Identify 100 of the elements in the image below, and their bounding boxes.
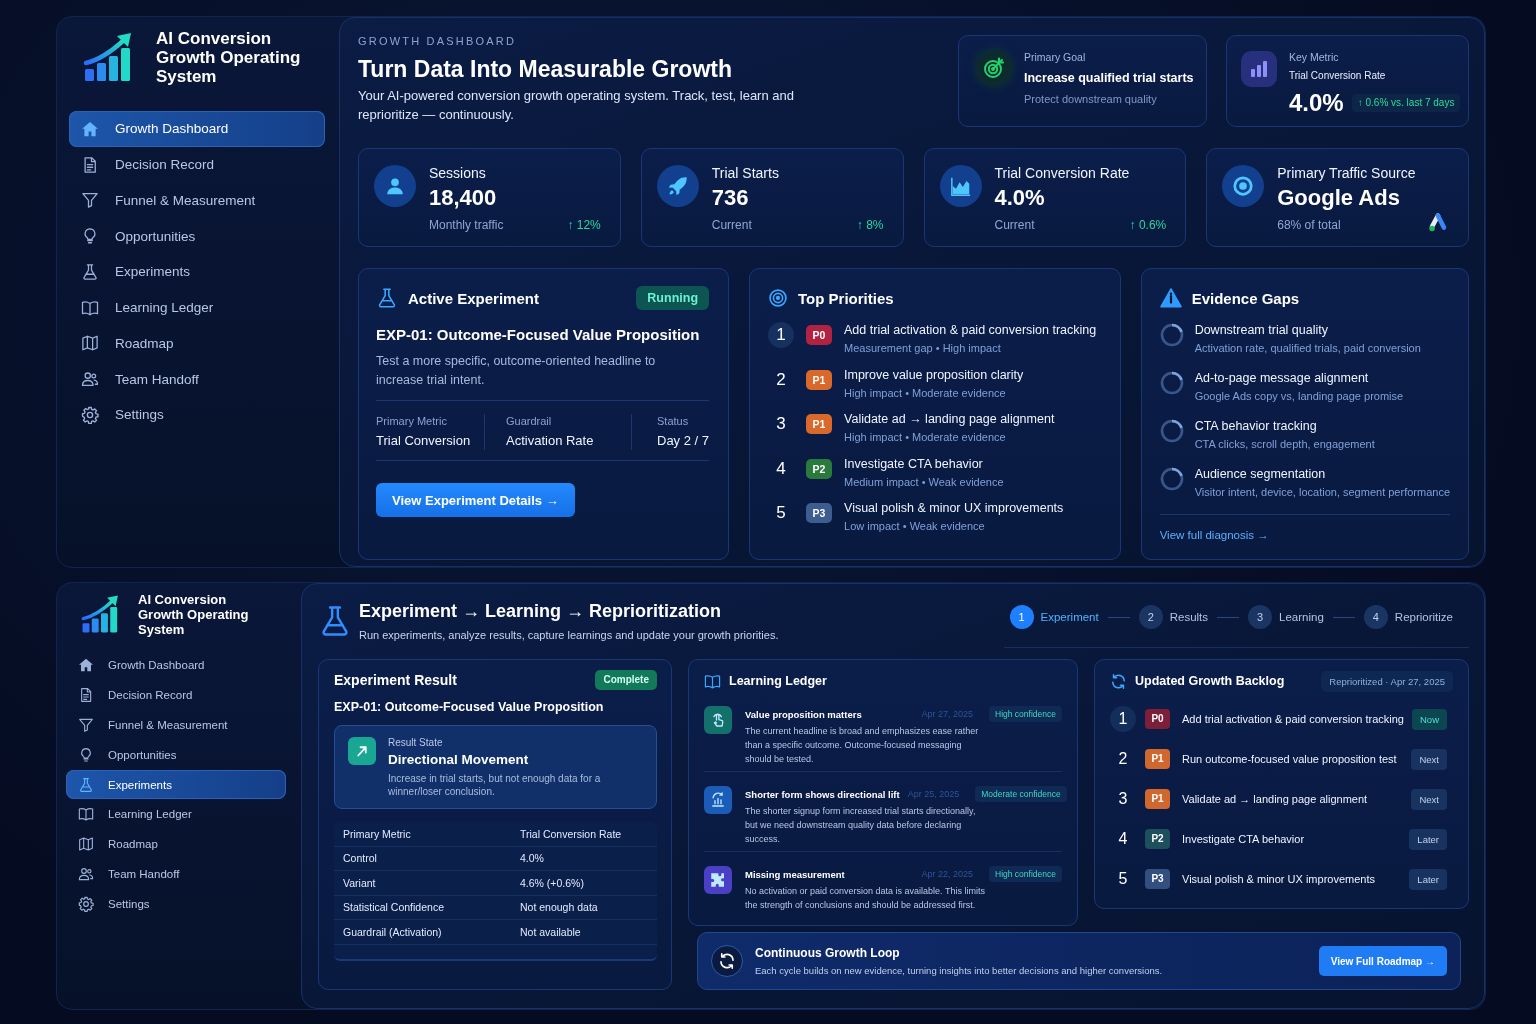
priority-badge: P2 [806, 458, 833, 479]
refresh-icon [711, 945, 743, 977]
status-badge: Later [1409, 828, 1447, 850]
priority-badge: P1 [806, 369, 833, 390]
priority-badge: P3 [1145, 869, 1170, 889]
priority-title: Improve value proposition clarity [844, 366, 1024, 383]
field-label: Guardrail [506, 414, 553, 428]
status-badge: Running [636, 286, 710, 310]
document-icon [78, 686, 94, 703]
nav-item[interactable]: Growth Dashboard [66, 650, 286, 680]
table-cell-text: Primary Metric [343, 827, 412, 840]
banner-title: Continuous Growth Loop [755, 945, 901, 961]
gap-title: Ad-to-page message alignment [1194, 370, 1370, 386]
settings-icon [81, 405, 99, 424]
triangle-logo-icon [1427, 212, 1449, 234]
warning-icon [1159, 287, 1182, 309]
rank-number: 5 [1117, 869, 1129, 889]
users-icon [81, 370, 99, 389]
rank-number: 1 [1110, 706, 1136, 732]
nav-item[interactable]: Opportunities [66, 739, 286, 770]
entry-date: Apr 22, 2025 [920, 869, 974, 879]
book-icon [81, 298, 99, 317]
priority-detail: High impact • Moderate evidence [844, 385, 1007, 401]
stat-value: 4.0% [994, 184, 1046, 212]
nav-item[interactable]: Funnel & Measurement [66, 709, 286, 740]
backlog-title: Visual polish & minor UX improvements [1182, 873, 1375, 885]
confidence-badge: Moderate confidence [975, 786, 1067, 802]
table-cell-text: Guardrail (Activation) [343, 925, 443, 938]
book-icon [78, 806, 94, 823]
gap-detail: Visitor intent, device, location, segment performance [1194, 485, 1450, 500]
backlog-title: Add trial activation & paid conversion tracking [1182, 713, 1404, 725]
priority-detail: Low impact • Weak evidence [844, 519, 986, 534]
stat-value: 736 [711, 184, 750, 212]
nav-item[interactable]: Team Handoff [66, 859, 286, 890]
entry-text: The current headline is broad and emphasizes ease rather than a specific outcome. Outcome-focused messaging should be tested. [745, 725, 980, 766]
arrow-up-right-icon [348, 737, 376, 765]
nav-item[interactable]: Experiments [66, 769, 286, 800]
rank-number: 3 [1117, 789, 1129, 809]
step-number: 1 [1009, 605, 1034, 629]
goal-label: Primary Goal [1024, 50, 1087, 64]
step-number: 4 [1363, 605, 1388, 629]
home-icon [81, 119, 99, 138]
priority-badge: P3 [806, 503, 833, 523]
nav-item[interactable]: Roadmap [69, 325, 325, 362]
map-icon [78, 836, 94, 853]
card-title: Evidence Gaps [1191, 289, 1301, 307]
priority-title: Visual polish & minor UX improvements [844, 500, 1064, 516]
nav-item[interactable]: Funnel & Measurement [69, 182, 325, 219]
diagnosis-link[interactable]: View full diagnosis → [1159, 529, 1269, 541]
ring-icon [1159, 467, 1184, 491]
stat-note: Monthly traffic [429, 217, 504, 234]
details-button[interactable]: View Experiment Details → [376, 483, 575, 517]
section-subtitle: Run experiments, analyze results, capture learnings and update your growth priorities. [359, 628, 779, 642]
experiment-name: EXP-01: Outcome-Focused Value Proposition [376, 325, 701, 345]
stat-title: Trial Conversion Rate [994, 164, 1131, 182]
stat-note: Current [994, 217, 1035, 234]
rocket-icon [656, 165, 699, 207]
result-value: Directional Movement [388, 751, 530, 769]
nav-item[interactable]: Settings [66, 889, 286, 919]
lightbulb-icon [81, 227, 99, 246]
rank-number: 1 [768, 322, 795, 348]
table-cell-text: Not enough data [520, 901, 599, 914]
stat-value: Google Ads [1277, 184, 1401, 212]
target-icon [768, 288, 789, 308]
funnel-icon [78, 716, 94, 733]
section-title: Experiment → Learning → Reprioritization [359, 600, 723, 623]
nav-item[interactable]: Opportunities [69, 218, 325, 254]
nav-item[interactable]: Team Handoff [69, 361, 325, 397]
card-title: Active Experiment [408, 289, 540, 307]
lightbulb-icon [78, 746, 94, 763]
ring-icon [1159, 323, 1184, 347]
backlog-title: Run outcome-focused value proposition test [1182, 753, 1397, 765]
roadmap-button[interactable]: View Full Roadmap → [1318, 946, 1447, 976]
nav-item[interactable]: Experiments [69, 254, 325, 290]
nav-item[interactable]: Decision Record [69, 146, 325, 183]
nav-item[interactable]: Roadmap [66, 829, 286, 860]
table-cell-text: Statistical Confidence [343, 901, 445, 914]
area-chart-icon [939, 165, 982, 207]
priority-title: Add trial activation & paid conversion tracking [844, 322, 1097, 338]
priority-badge: P1 [1145, 789, 1170, 809]
step-number: 3 [1248, 605, 1273, 629]
nav-item[interactable]: Learning Ledger [66, 799, 286, 830]
refresh-icon [1110, 672, 1127, 690]
field-value: Day 2 / 7 [657, 432, 710, 450]
entry-title: Missing measurement [745, 868, 845, 880]
settings-icon [78, 896, 94, 913]
gap-title: Audience segmentation [1194, 466, 1327, 482]
field-value: Trial Conversion [376, 432, 472, 450]
table-cell-text: 4.0% [520, 852, 545, 865]
nav-item[interactable]: Growth Dashboard [69, 111, 325, 147]
priority-detail: Medium impact • Weak evidence [844, 474, 1004, 490]
map-icon [81, 334, 99, 353]
nav-item[interactable]: Decision Record [66, 679, 286, 710]
nav-item[interactable]: Learning Ledger [69, 289, 325, 326]
priority-badge: P2 [1145, 829, 1170, 849]
banner-text: Each cycle builds on new evidence, turning insights into better decisions and higher conversions. [755, 963, 1163, 977]
status-badge: Next [1411, 748, 1447, 770]
nav-item[interactable]: Settings [69, 397, 325, 433]
step-label: Experiment [1040, 611, 1099, 623]
step-number: 2 [1138, 605, 1163, 629]
